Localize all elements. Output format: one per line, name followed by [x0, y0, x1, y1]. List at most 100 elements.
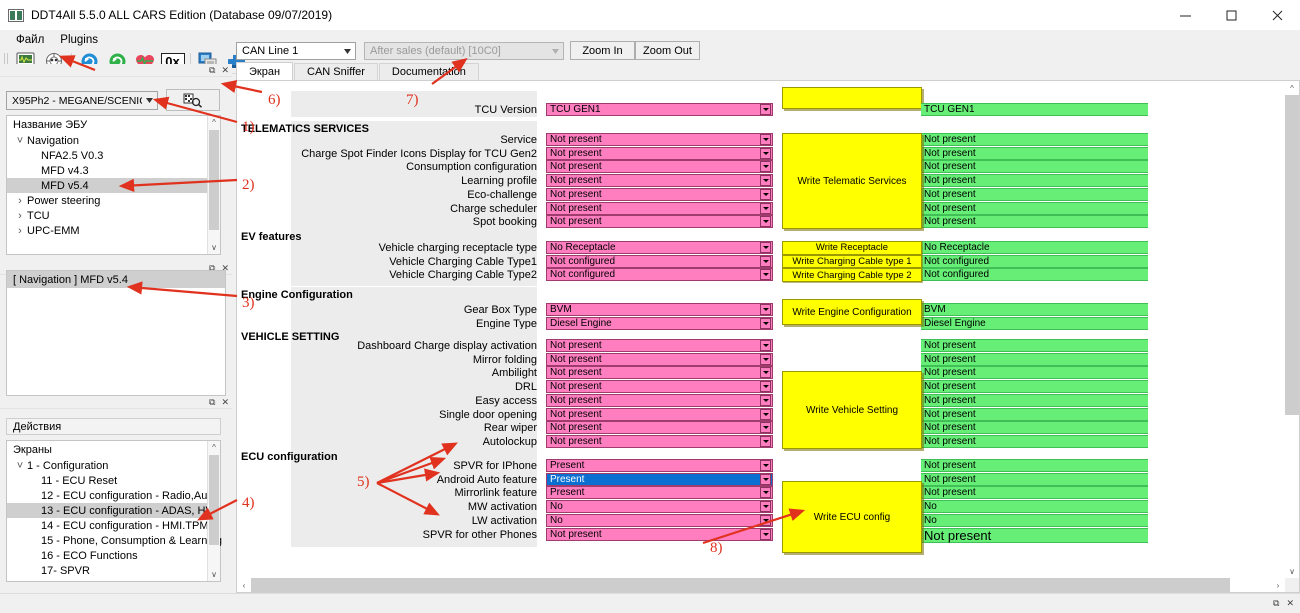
write-button[interactable]: [782, 87, 922, 109]
scroll-left-icon[interactable]: ‹: [237, 578, 251, 592]
value-select[interactable]: TCU GEN1: [546, 103, 773, 116]
vscroll-thumb[interactable]: [1285, 95, 1299, 415]
scroll-right-icon[interactable]: ›: [1271, 578, 1285, 592]
write-button[interactable]: Write Charging Cable type 1: [782, 254, 922, 269]
selected-ecu-box[interactable]: [ Navigation ] MFD v5.4: [6, 270, 226, 396]
ecu-tree[interactable]: Название ЭБУ ˅ Navigation NFA2.5 V0.3 MFD v…: [6, 115, 221, 255]
screen-item-1[interactable]: 11 - ECU Reset: [7, 473, 220, 488]
value-select[interactable]: Not present: [546, 366, 773, 380]
screen-item-3[interactable]: 13 - ECU configuration - ADAS, HV...: [7, 503, 221, 518]
hscroll-thumb[interactable]: [251, 578, 1230, 592]
write-button[interactable]: Write Vehicle Setting: [782, 371, 922, 449]
chevron-down-icon: [760, 381, 771, 393]
value-select[interactable]: Not present: [546, 527, 773, 541]
ecu-tree-item-2[interactable]: MFD v4.3: [7, 163, 220, 178]
value-select[interactable]: Not configured: [546, 268, 773, 282]
float-icon[interactable]: ⧉: [209, 65, 215, 75]
screen-item-6[interactable]: 16 - ECO Functions: [7, 548, 220, 563]
screen-item-5[interactable]: 15 - Phone, Consumption & Learning: [7, 533, 222, 548]
write-button[interactable]: Write Receptacle: [782, 241, 922, 255]
write-button[interactable]: Write ECU config: [782, 481, 922, 553]
ecu-tree-scrollbar[interactable]: ^ ∨: [207, 116, 220, 254]
value-select[interactable]: No: [546, 513, 773, 527]
canvas-hscrollbar[interactable]: ‹ ›: [237, 578, 1285, 592]
canvas-vscrollbar[interactable]: ^ ∨: [1285, 81, 1299, 578]
chevron-down-icon[interactable]: ˅: [13, 135, 27, 147]
value-select[interactable]: Not present: [546, 380, 773, 394]
ecu-tree-item-4[interactable]: › Power steering: [7, 193, 220, 208]
write-button[interactable]: Write Charging Cable type 2: [782, 268, 922, 283]
can-line-select[interactable]: CAN Line 1: [236, 42, 356, 60]
value-select[interactable]: No: [546, 500, 773, 514]
screens-tree[interactable]: Экраны ˅ 1 - Configuration 11 - ECU Reset 1…: [6, 440, 222, 582]
float-icon[interactable]: ⧉: [209, 397, 215, 407]
value-select[interactable]: Not present: [546, 421, 773, 435]
value-select[interactable]: Not present: [546, 407, 773, 421]
after-sales-value: After sales (default) [10C0]: [370, 45, 501, 57]
scroll-thumb[interactable]: [209, 130, 219, 230]
value-select[interactable]: Not present: [546, 174, 773, 188]
screen-item-4[interactable]: 14 - ECU configuration - HMI.TPM...: [7, 518, 220, 533]
value-select[interactable]: Not present: [546, 352, 773, 366]
float-icon[interactable]: ⧉: [1273, 598, 1279, 609]
zoom-in-button[interactable]: Zoom In: [570, 41, 635, 60]
close-icon[interactable]: [1254, 0, 1300, 30]
ecu-tree-item-1[interactable]: NFA2.5 V0.3: [7, 148, 220, 163]
value-select[interactable]: Not present: [546, 146, 773, 160]
ecu-tree-item-3[interactable]: MFD v5.4: [7, 178, 220, 193]
close-icon[interactable]: ✕: [221, 65, 229, 75]
ecu-search-icon[interactable]: [166, 89, 220, 111]
value-select[interactable]: Not present: [546, 215, 773, 229]
value-select[interactable]: Not present: [546, 393, 773, 407]
screen-item-0[interactable]: ˅ 1 - Configuration: [7, 458, 220, 473]
status-bar: ⧉ ✕: [0, 593, 1300, 613]
chevron-right-icon[interactable]: ›: [13, 210, 27, 222]
scroll-thumb[interactable]: [209, 455, 219, 545]
ecu-tree-item-5[interactable]: › TCU: [7, 208, 220, 223]
write-button[interactable]: Write Telematic Services: [782, 133, 922, 229]
value-select[interactable]: Not present: [546, 160, 773, 174]
tab-documentation[interactable]: Documentation: [378, 63, 479, 80]
menu-item-file[interactable]: Файл: [8, 32, 52, 48]
scroll-up-icon[interactable]: ^: [208, 116, 220, 129]
scroll-up-icon[interactable]: ^: [208, 441, 220, 454]
chevron-right-icon[interactable]: ›: [13, 225, 27, 237]
scroll-down-icon[interactable]: ∨: [208, 241, 220, 254]
tab-screen[interactable]: Экран: [236, 62, 294, 80]
value-select[interactable]: Not present: [546, 201, 773, 215]
vscroll-track[interactable]: [1285, 95, 1299, 564]
value-select[interactable]: No Receptacle: [546, 241, 773, 254]
tab-can-sniffer[interactable]: CAN Sniffer: [294, 63, 378, 80]
write-button[interactable]: Write Engine Configuration: [782, 299, 922, 325]
value-select[interactable]: Not present: [546, 339, 773, 352]
selected-ecu-row[interactable]: [ Navigation ] MFD v5.4: [7, 271, 225, 288]
screen-item-2[interactable]: 12 - ECU configuration - Radio,Au...: [7, 488, 220, 503]
screen-item-7[interactable]: 17- SPVR: [7, 563, 220, 578]
minimize-icon[interactable]: [1162, 0, 1208, 30]
close-icon[interactable]: ✕: [221, 397, 229, 407]
menu-item-plugins[interactable]: Plugins: [52, 32, 106, 48]
chevron-down-icon[interactable]: ˅: [13, 460, 27, 472]
ecu-tree-item-0[interactable]: ˅ Navigation: [7, 133, 220, 148]
value-select[interactable]: Diesel Engine: [546, 316, 773, 330]
maximize-icon[interactable]: [1208, 0, 1254, 30]
value-select[interactable]: Not configured: [546, 254, 773, 268]
value-select[interactable]: Present: [546, 486, 773, 500]
chevron-right-icon[interactable]: ›: [13, 195, 27, 207]
vehicle-select[interactable]: X95Ph2 - MEGANE/SCENIC III Ph2: [6, 91, 158, 110]
value-select[interactable]: Present: [546, 472, 773, 486]
value-select[interactable]: BVM: [546, 303, 773, 316]
scroll-down-icon[interactable]: ∨: [1285, 564, 1299, 578]
value-select[interactable]: Not present: [546, 187, 773, 201]
scroll-down-icon[interactable]: ∨: [208, 568, 220, 581]
after-sales-select[interactable]: After sales (default) [10C0]: [364, 42, 564, 60]
value-select[interactable]: Not present: [546, 434, 773, 448]
value-select[interactable]: Present: [546, 459, 773, 472]
scroll-up-icon[interactable]: ^: [1285, 81, 1299, 95]
ecu-tree-item-6[interactable]: › UPC-EMM: [7, 223, 220, 238]
zoom-out-button[interactable]: Zoom Out: [635, 41, 700, 60]
value-select-text: Not present: [550, 435, 602, 447]
value-select[interactable]: Not present: [546, 133, 773, 146]
close-icon[interactable]: ✕: [1286, 598, 1294, 609]
screens-tree-scrollbar[interactable]: ^ ∨: [207, 441, 220, 581]
